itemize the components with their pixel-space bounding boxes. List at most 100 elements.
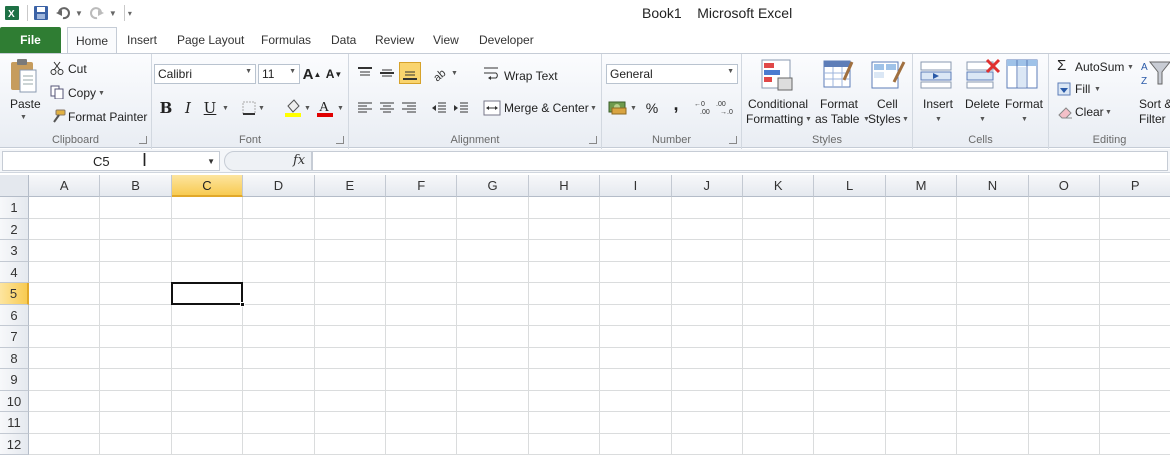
format-cells-dropdown-icon[interactable]: ▼ — [1021, 116, 1028, 123]
customize-qat-icon[interactable]: ▾ — [128, 9, 132, 18]
format-as-table-label-2[interactable]: as Table — [815, 112, 859, 126]
autosum-button[interactable]: AutoSum — [1075, 60, 1124, 74]
insert-function-icon[interactable]: fx — [293, 153, 305, 168]
cell-styles-icon[interactable] — [870, 58, 906, 95]
conditional-formatting-label-2[interactable]: Formatting — [746, 112, 803, 126]
decrease-indent-icon[interactable] — [431, 101, 447, 118]
cell-area[interactable] — [29, 197, 1170, 455]
font-size-select[interactable]: 11 ▼ — [258, 64, 300, 84]
alignment-launcher-icon[interactable] — [589, 136, 597, 144]
conditional-formatting-icon[interactable] — [760, 58, 794, 95]
row-header-9[interactable]: 9 — [0, 369, 29, 391]
fill-color-dropdown-icon[interactable]: ▼ — [304, 105, 311, 112]
align-bottom-icon[interactable] — [399, 62, 421, 84]
tab-insert[interactable]: Insert — [127, 33, 157, 47]
row-header-3[interactable]: 3 — [0, 240, 29, 262]
column-header-k[interactable]: K — [743, 175, 815, 197]
row-header-6[interactable]: 6 — [0, 304, 29, 326]
cut-button[interactable]: Cut — [68, 62, 87, 76]
cell-styles-label-1[interactable]: Cell — [877, 97, 898, 111]
copy-icon[interactable] — [50, 85, 64, 102]
orientation-icon[interactable]: ab — [431, 64, 449, 85]
column-header-f[interactable]: F — [386, 175, 458, 197]
borders-icon[interactable] — [242, 101, 256, 118]
increase-decimal-icon[interactable]: ←0.00 — [694, 99, 714, 118]
format-cells-icon[interactable] — [1005, 58, 1041, 93]
clipboard-launcher-icon[interactable] — [139, 136, 147, 144]
row-header-7[interactable]: 7 — [0, 326, 29, 348]
insert-cells-button[interactable]: Insert — [923, 97, 953, 111]
paste-icon[interactable] — [8, 58, 38, 97]
row-header-4[interactable]: 4 — [0, 261, 29, 283]
align-middle-icon[interactable] — [379, 66, 395, 83]
italic-button[interactable]: I — [178, 98, 198, 118]
paste-button[interactable]: Paste — [10, 97, 41, 111]
shrink-font-button[interactable]: A ▼ — [324, 64, 344, 84]
tab-page-layout[interactable]: Page Layout — [177, 33, 244, 47]
name-box-dropdown-icon[interactable]: ▼ — [207, 157, 215, 166]
underline-button[interactable]: U — [200, 98, 220, 118]
sort-filter-icon[interactable]: AZ — [1141, 58, 1170, 93]
font-color-icon[interactable]: A — [316, 98, 334, 121]
copy-dropdown-icon[interactable]: ▼ — [98, 90, 105, 97]
accounting-format-icon[interactable] — [608, 99, 628, 118]
tab-file[interactable]: File — [0, 27, 61, 53]
sort-filter-label-1[interactable]: Sort & — [1139, 97, 1170, 111]
font-color-dropdown-icon[interactable]: ▼ — [337, 105, 344, 112]
select-all-button[interactable] — [0, 175, 29, 197]
font-launcher-icon[interactable] — [336, 136, 344, 144]
orientation-dropdown-icon[interactable]: ▼ — [451, 70, 458, 77]
column-header-j[interactable]: J — [671, 175, 743, 197]
delete-cells-dropdown-icon[interactable]: ▼ — [979, 116, 986, 123]
align-right-icon[interactable] — [401, 101, 417, 118]
tab-formulas[interactable]: Formulas — [261, 33, 311, 47]
clear-icon[interactable] — [1057, 105, 1073, 122]
cut-icon[interactable] — [50, 61, 64, 78]
column-header-i[interactable]: I — [600, 175, 672, 197]
comma-style-button[interactable]: , — [666, 94, 686, 114]
fill-button[interactable]: Fill — [1075, 82, 1090, 96]
column-header-d[interactable]: D — [243, 175, 315, 197]
align-left-icon[interactable] — [357, 101, 373, 118]
underline-dropdown-icon[interactable]: ▼ — [222, 105, 229, 112]
align-center-icon[interactable] — [379, 101, 395, 118]
column-header-e[interactable]: E — [314, 175, 386, 197]
fill-dropdown-icon[interactable]: ▼ — [1094, 86, 1101, 93]
wrap-text-icon[interactable] — [483, 65, 501, 84]
cell-styles-dropdown-icon[interactable]: ▼ — [902, 116, 909, 123]
column-header-h[interactable]: H — [528, 175, 601, 197]
tab-review[interactable]: Review — [375, 33, 414, 47]
undo-dropdown-icon[interactable]: ▼ — [75, 9, 83, 18]
column-header-l[interactable]: L — [814, 175, 886, 197]
decrease-decimal-icon[interactable]: .00 →.0 — [716, 99, 736, 118]
delete-cells-icon[interactable] — [965, 58, 1001, 93]
merge-center-icon[interactable] — [483, 100, 501, 119]
row-header-1[interactable]: 1 — [0, 197, 29, 219]
format-painter-icon[interactable] — [50, 109, 66, 126]
font-name-select[interactable]: Calibri ▼ — [154, 64, 256, 84]
number-format-select[interactable]: General ▼ — [606, 64, 738, 84]
insert-cells-dropdown-icon[interactable]: ▼ — [935, 116, 942, 123]
autosum-dropdown-icon[interactable]: ▼ — [1127, 64, 1134, 71]
fill-icon[interactable] — [1057, 82, 1071, 99]
delete-cells-button[interactable]: Delete — [965, 97, 1000, 111]
tab-data[interactable]: Data — [331, 33, 356, 47]
column-header-n[interactable]: N — [957, 175, 1029, 197]
redo-dropdown-icon[interactable]: ▼ — [109, 9, 117, 18]
tab-developer[interactable]: Developer — [479, 33, 534, 47]
merge-center-button[interactable]: Merge & Center — [504, 101, 589, 115]
insert-cells-icon[interactable] — [919, 58, 955, 93]
tab-view[interactable]: View — [433, 33, 459, 47]
column-header-p[interactable]: P — [1100, 175, 1170, 197]
clear-button[interactable]: Clear — [1075, 105, 1104, 119]
undo-icon[interactable] — [53, 3, 73, 23]
bold-button[interactable]: B — [156, 98, 176, 118]
percent-style-button[interactable]: % — [642, 98, 662, 118]
number-launcher-icon[interactable] — [729, 136, 737, 144]
column-header-m[interactable]: M — [885, 175, 958, 197]
grow-font-button[interactable]: A ▲ — [302, 64, 322, 84]
sort-filter-label-2[interactable]: Filter — [1139, 112, 1166, 126]
format-cells-button[interactable]: Format — [1005, 97, 1043, 111]
column-header-b[interactable]: B — [100, 175, 172, 197]
row-header-12[interactable]: 12 — [0, 433, 29, 455]
